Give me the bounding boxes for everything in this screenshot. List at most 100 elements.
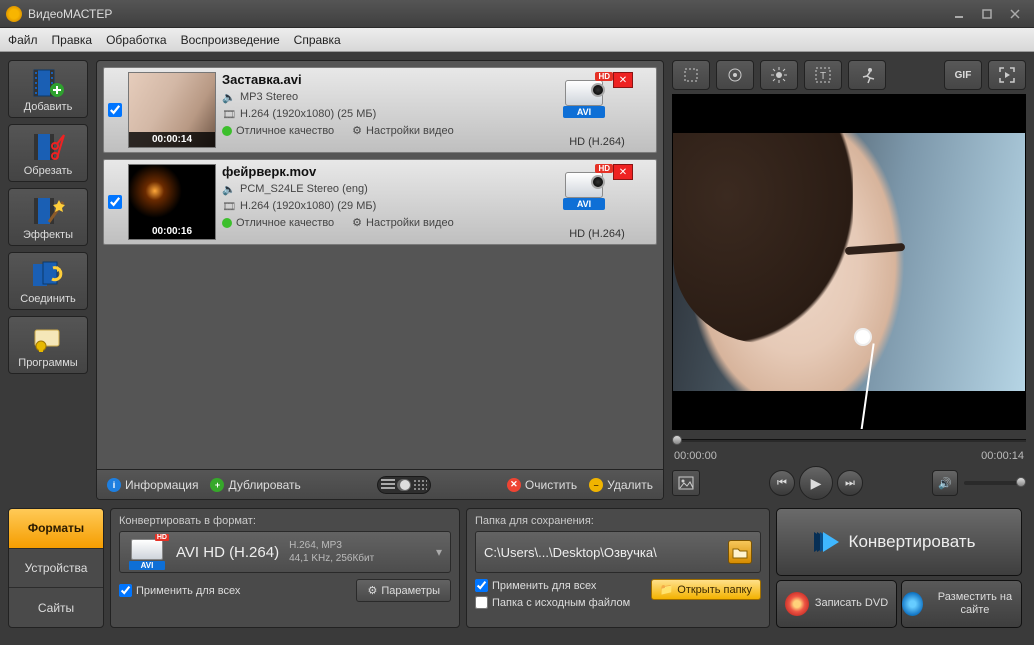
snapshot-button[interactable] [672, 470, 700, 496]
join-button[interactable]: Соединить [8, 252, 88, 310]
add-label: Добавить [11, 101, 85, 113]
film-cut-icon [30, 131, 66, 163]
file-item[interactable]: 00:00:14 Заставка.avi 🔈MP3 Stereo 🎞H.264… [103, 67, 657, 153]
programs-button[interactable]: Программы [8, 316, 88, 374]
video-settings-link[interactable]: ⚙Настройки видео [352, 124, 454, 137]
file-thumbnail[interactable]: 00:00:14 [128, 72, 216, 148]
view-toggle[interactable] [377, 476, 431, 494]
gif-button[interactable]: GIF [944, 60, 982, 90]
tab-devices[interactable]: Устройства [9, 549, 103, 589]
menu-edit[interactable]: Правка [52, 33, 93, 47]
close-button[interactable] [1002, 5, 1028, 23]
crop-button[interactable] [672, 60, 710, 90]
join-label: Соединить [11, 293, 85, 305]
next-button[interactable]: ⏭ [837, 470, 863, 496]
file-thumbnail[interactable]: 00:00:16 [128, 164, 216, 240]
file-audio: MP3 Stereo [240, 91, 298, 103]
enhance-button[interactable] [716, 60, 754, 90]
add-button[interactable]: Добавить [8, 60, 88, 118]
folder-icon: 📁 [660, 583, 674, 596]
speed-button[interactable] [848, 60, 886, 90]
toggle-switch-icon [397, 479, 411, 491]
text-button[interactable]: T [804, 60, 842, 90]
convert-button[interactable]: Конвертировать [776, 508, 1022, 576]
info-button[interactable]: iИнформация [107, 478, 198, 492]
format-select[interactable]: HDAVI AVI HD (H.264) H.264, MP344,1 KHz,… [119, 531, 451, 573]
volume-slider[interactable] [964, 481, 1026, 485]
globe-icon [902, 592, 923, 616]
time-display: 00:00:00 00:00:14 [672, 450, 1026, 462]
delete-button[interactable]: –Удалить [589, 478, 653, 492]
app-logo-icon [6, 6, 22, 22]
file-checkbox[interactable] [108, 103, 122, 117]
cut-label: Обрезать [11, 165, 85, 177]
effects-label: Эффекты [11, 229, 85, 241]
fullscreen-icon [998, 66, 1016, 84]
minus-icon: – [589, 478, 603, 492]
save-panel: Папка для сохранения: C:\Users\...\Deskt… [466, 508, 770, 628]
format-panel-label: Конвертировать в формат: [119, 515, 451, 527]
skip-back-icon: ⏮ [777, 477, 787, 490]
browse-button[interactable] [728, 540, 752, 564]
file-video: H.264 (1920x1080) (25 МБ) [240, 108, 376, 120]
prev-button[interactable]: ⏮ [769, 470, 795, 496]
burn-dvd-button[interactable]: Записать DVD [776, 580, 897, 628]
film-add-icon [30, 67, 66, 99]
target-format-icon[interactable]: HDAVI [561, 166, 607, 208]
folder-open-icon [732, 545, 748, 559]
mute-button[interactable]: 🔊 [932, 470, 958, 496]
effects-button[interactable]: Эффекты [8, 188, 88, 246]
format-apply-all-checkbox[interactable]: Применить для всех [119, 584, 240, 597]
video-preview[interactable] [672, 94, 1026, 430]
menu-help[interactable]: Справка [294, 33, 341, 47]
open-folder-button[interactable]: 📁Открыть папку [651, 579, 761, 600]
maximize-button[interactable] [974, 5, 1000, 23]
preview-toolbar: T GIF [672, 60, 1026, 90]
tab-sites[interactable]: Сайты [9, 588, 103, 627]
remove-file-button[interactable]: ✕ [613, 164, 633, 180]
brightness-button[interactable] [760, 60, 798, 90]
remove-file-button[interactable]: ✕ [613, 72, 633, 88]
play-button[interactable]: ▶ [799, 466, 833, 500]
file-name: Заставка.avi [222, 72, 536, 87]
skip-forward-icon: ⏭ [845, 477, 855, 490]
publish-button[interactable]: Разместить на сайте [901, 580, 1022, 628]
save-apply-all-checkbox[interactable]: Применить для всех [475, 579, 630, 592]
file-item[interactable]: 00:00:16 фейрверк.mov 🔈PCM_S24LE Stereo … [103, 159, 657, 245]
time-current: 00:00:00 [674, 450, 717, 462]
clear-button[interactable]: ✕Очистить [507, 478, 577, 492]
info-icon: i [107, 478, 121, 492]
gear-icon: ⚙ [352, 216, 362, 229]
duplicate-button[interactable]: +Дублировать [210, 478, 300, 492]
file-checkbox[interactable] [108, 195, 122, 209]
seek-slider[interactable] [672, 434, 1026, 446]
menu-file[interactable]: Файл [8, 33, 38, 47]
running-icon [858, 66, 876, 84]
window-title: ВидеоМАСТЕР [28, 7, 112, 21]
minimize-button[interactable] [946, 5, 972, 23]
x-icon: ✕ [507, 478, 521, 492]
menu-process[interactable]: Обработка [106, 33, 167, 47]
file-audio: PCM_S24LE Stereo (eng) [240, 183, 368, 195]
file-quality: Отличное качество [222, 125, 334, 137]
gif-label: GIF [955, 70, 972, 81]
speaker-icon: 🔈 [222, 90, 236, 104]
video-settings-link[interactable]: ⚙Настройки видео [352, 216, 454, 229]
tab-formats[interactable]: Форматы [9, 509, 103, 549]
parameters-button[interactable]: ⚙Параметры [356, 579, 451, 602]
plus-icon: + [210, 478, 224, 492]
gear-icon: ⚙ [352, 124, 362, 137]
speaker-icon: 🔈 [222, 182, 236, 196]
source-folder-checkbox[interactable]: Папка с исходным файлом [475, 596, 630, 609]
target-icon [726, 66, 744, 84]
output-path: C:\Users\...\Desktop\Озвучка\ [484, 545, 720, 560]
fullscreen-button[interactable] [988, 60, 1026, 90]
menu-playback[interactable]: Воспроизведение [181, 33, 280, 47]
actions-panel: Конвертировать Записать DVD Разместить н… [776, 508, 1022, 628]
menu-bar: Файл Правка Обработка Воспроизведение Сп… [0, 28, 1034, 52]
cut-button[interactable]: Обрезать [8, 124, 88, 182]
file-quality: Отличное качество [222, 217, 334, 229]
play-icon: ▶ [811, 475, 822, 492]
file-duration: 00:00:14 [129, 132, 215, 147]
target-format-icon[interactable]: HDAVI [561, 74, 607, 116]
